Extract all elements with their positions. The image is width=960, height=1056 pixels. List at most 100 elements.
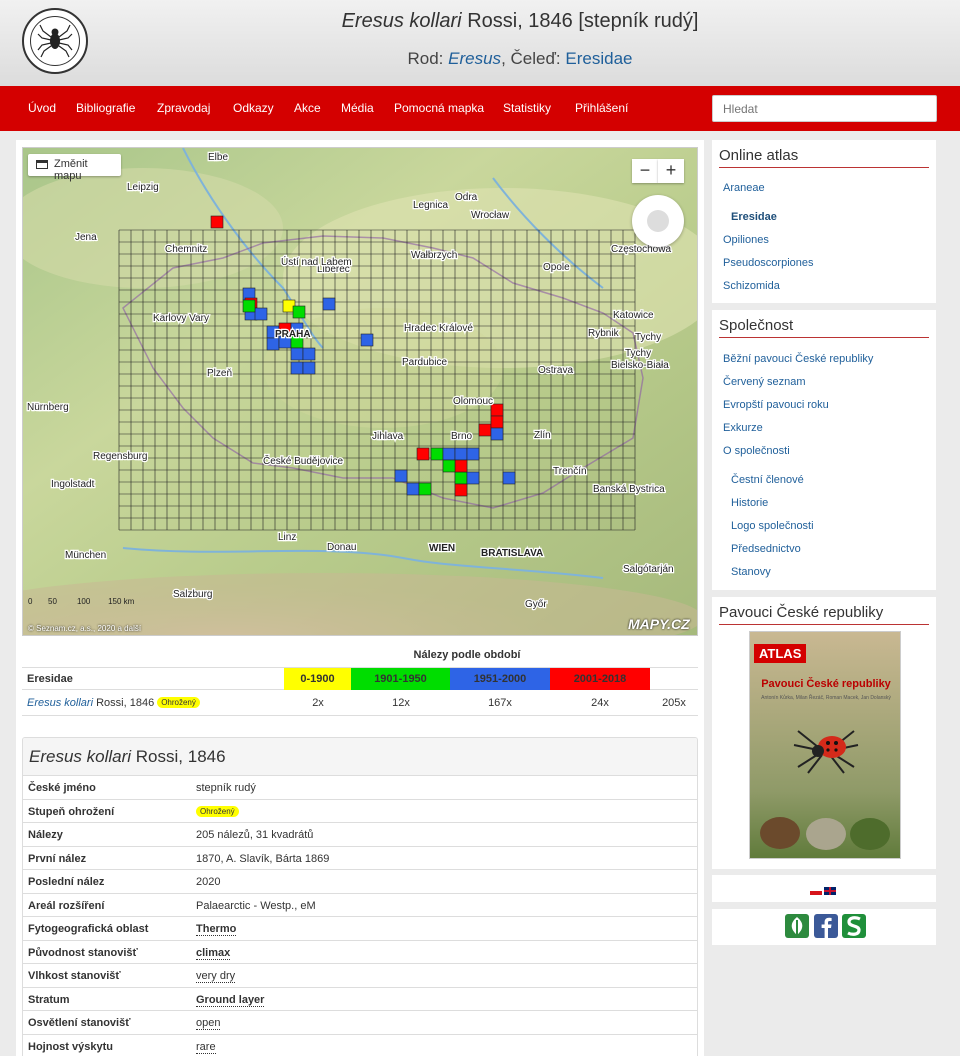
count-total: 205x — [662, 697, 686, 709]
occurrence-square[interactable] — [210, 215, 224, 229]
occurrence-square[interactable] — [442, 447, 456, 461]
occurrence-square[interactable] — [466, 447, 480, 461]
nav-zpravodaj[interactable]: Zpravodaj — [157, 101, 210, 115]
society-link-evropsti-pavouci[interactable]: Evropští pavouci roku — [723, 399, 829, 411]
layers-icon — [36, 160, 48, 169]
occurrence-square[interactable] — [290, 361, 304, 375]
mapy-cz-logo[interactable]: MAPY.CZ — [628, 616, 690, 632]
detail-row-vlhkost: Vlhkost stanovišť very dry — [23, 964, 697, 988]
online-atlas-panel: Online atlas Araneae Eresidae Opiliones … — [712, 140, 936, 303]
society-sublink-logo[interactable]: Logo společnosti — [731, 520, 814, 532]
occurrence-square[interactable] — [242, 299, 256, 313]
occurrence-square[interactable] — [322, 297, 336, 311]
map-city-label: Tychy — [625, 348, 651, 359]
atlas-link-eresidae[interactable]: Eresidae — [731, 211, 777, 223]
count-2001-2018: 24x — [591, 697, 609, 709]
family-link[interactable]: Eresidae — [565, 49, 632, 68]
count-0-1900: 2x — [312, 697, 324, 709]
uk-flag-icon[interactable] — [824, 886, 836, 895]
compass-center-icon — [647, 210, 669, 232]
occurrence-square[interactable] — [302, 361, 316, 375]
society-sublink-predsednictvo[interactable]: Předsednictvo — [731, 543, 801, 555]
map-city-label: Tychy — [635, 332, 661, 343]
occurrence-square[interactable] — [302, 347, 316, 361]
map-compass-control[interactable] — [632, 195, 684, 247]
zoom-in-button[interactable]: + — [658, 159, 684, 183]
map-city-label: PRAHA — [275, 329, 311, 340]
map-city-label: Donau — [327, 542, 356, 553]
nav-statistiky[interactable]: Statistiky — [503, 101, 551, 115]
periods-header-row: Eresidae 0-1900 1901-1950 1951-2000 2001… — [22, 667, 698, 690]
atlas-link-schizomida[interactable]: Schizomida — [723, 280, 780, 292]
count-1951-2000: 167x — [488, 697, 512, 709]
nav-media[interactable]: Média — [341, 101, 374, 115]
atlas-link-opiliones[interactable]: Opiliones — [723, 234, 769, 246]
occurrence-square[interactable] — [418, 482, 432, 496]
tree-icon[interactable] — [785, 914, 809, 938]
map-copyright[interactable]: © Seznam.cz, a.s., 2020 a další — [28, 624, 141, 633]
occurrence-square[interactable] — [292, 305, 306, 319]
occurrence-square[interactable] — [502, 471, 516, 485]
society-sublink-historie[interactable]: Historie — [731, 497, 768, 509]
detail-row-prvni-nalez: První nález 1870, A. Slavík, Bárta 1869 — [23, 847, 697, 870]
book-badge: ATLAS — [754, 644, 807, 663]
occurrence-square[interactable] — [466, 471, 480, 485]
s-logo-icon[interactable] — [842, 914, 866, 938]
map-city-label: Ústí nad Labem — [281, 255, 352, 268]
map-city-label: Zlín — [534, 430, 551, 441]
facebook-icon[interactable] — [814, 914, 838, 938]
society-link-cerveny-seznam[interactable]: Červený seznam — [723, 376, 806, 388]
genus-link[interactable]: Eresus — [448, 49, 501, 68]
occurrence-square[interactable] — [360, 333, 374, 347]
atlas-link-araneae[interactable]: Araneae — [723, 182, 765, 194]
family-label: Eresidae — [27, 673, 73, 685]
map-city-label: Salzburg — [173, 589, 212, 600]
nav-pomocna-mapka[interactable]: Pomocná mapka — [394, 101, 484, 115]
czech-flag-icon[interactable] — [810, 886, 822, 895]
periods-heading: Nálezy podle období — [413, 649, 521, 661]
nav-uvod[interactable]: Úvod — [28, 101, 56, 115]
change-map-button[interactable]: Změnit mapu — [28, 154, 121, 182]
atlas-link-pseudoscorpiones[interactable]: Pseudoscorpiones — [723, 257, 814, 269]
nav-akce[interactable]: Akce — [294, 101, 321, 115]
map-city-label: Rybnik — [588, 328, 620, 339]
map-city-label: Opole — [543, 262, 570, 273]
search-input[interactable] — [712, 95, 937, 122]
distribution-map[interactable]: Leipzig Jena Chemnitz Liberec Wałbrzych Wrocł… — [22, 147, 698, 636]
map-city-label: Plzeň — [207, 368, 232, 379]
occurrence-square[interactable] — [290, 347, 304, 361]
occurrence-square[interactable] — [254, 307, 268, 321]
map-city-label: Wrocław — [471, 210, 510, 221]
book-cover-image[interactable]: ATLAS Pavouci České republiky Antonín Ků… — [749, 631, 901, 859]
detail-row-stupen-ohrozeni: Stupeň ohrožení Ohrožený — [23, 800, 697, 823]
zoom-out-button[interactable]: − — [632, 159, 658, 183]
period-1901-1950: 1901-1950 — [351, 668, 450, 690]
occurrence-square[interactable] — [490, 427, 504, 441]
society-link-bezni-pavouci[interactable]: Běžní pavouci České republiky — [723, 353, 873, 365]
occurrence-square[interactable] — [394, 469, 408, 483]
map-city-label: Pardubice — [402, 357, 447, 368]
nav-prihlaseni[interactable]: Přihlášení — [575, 101, 628, 115]
occurrence-square[interactable] — [454, 483, 468, 497]
nav-odkazy[interactable]: Odkazy — [233, 101, 274, 115]
occurrence-square[interactable] — [430, 447, 444, 461]
nav-bibliografie[interactable]: Bibliografie — [76, 101, 135, 115]
period-1951-2000: 1951-2000 — [450, 668, 550, 690]
occurrence-square[interactable] — [478, 423, 492, 437]
society-sublink-stanovy[interactable]: Stanovy — [731, 566, 771, 578]
occurrence-square[interactable] — [454, 471, 468, 485]
occurrence-square[interactable] — [406, 482, 420, 496]
occurrence-square[interactable] — [454, 459, 468, 473]
map-city-label: Olomouc — [453, 396, 493, 407]
occurrence-square[interactable] — [442, 459, 456, 473]
occurrence-square[interactable] — [454, 447, 468, 461]
society-sublink-cestni-clenove[interactable]: Čestní členové — [731, 474, 804, 486]
detail-row-ceske-jmeno: České jméno stepník rudý — [23, 776, 697, 800]
occurrence-square[interactable] — [490, 415, 504, 429]
society-link-exkurze[interactable]: Exkurze — [723, 422, 763, 434]
map-city-label: Bielsko-Biała — [611, 360, 669, 371]
detail-row-stratum: Stratum Ground layer — [23, 988, 697, 1011]
occurrence-square[interactable] — [416, 447, 430, 461]
species-name[interactable]: Eresus kollari Rossi, 1846 Ohrožený — [27, 697, 200, 709]
society-link-o-spolecnosti[interactable]: O společnosti — [723, 445, 790, 457]
